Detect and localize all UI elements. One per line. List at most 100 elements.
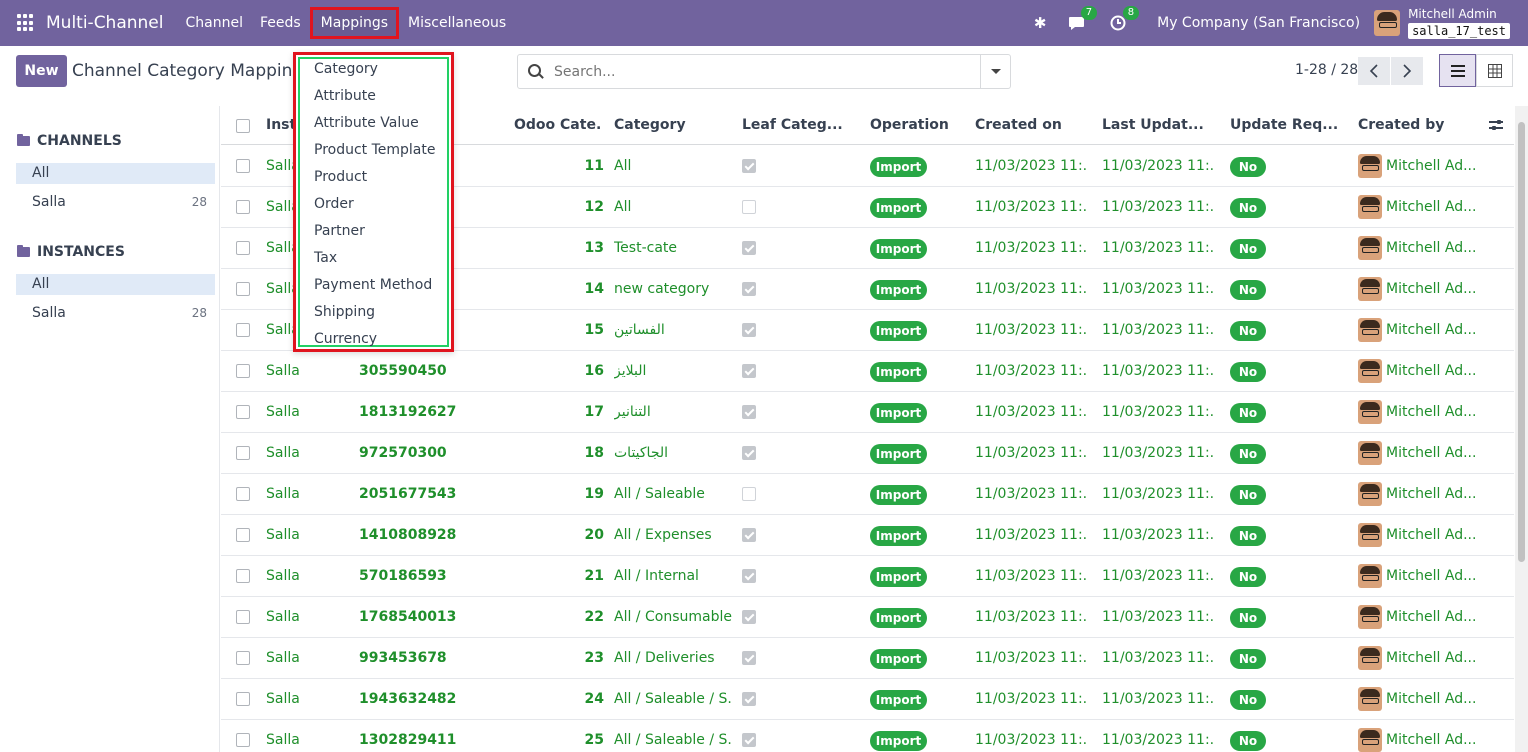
app-title[interactable]: Multi-Channel [46,13,163,33]
cell-odoo-category-id: 20 [584,527,604,543]
optional-columns-icon[interactable] [1489,119,1503,131]
table-row[interactable]: Salla 993453678 23 All / Deliveries Import 11… [221,638,1514,679]
user-avatar[interactable] [1374,10,1401,36]
row-select-checkbox[interactable] [236,282,250,296]
column-header-created-by[interactable]: Created by [1358,106,1468,145]
row-select-checkbox[interactable] [236,446,250,460]
activity-clock-icon[interactable]: 8 [1107,6,1140,34]
caret-down-icon [990,69,1001,74]
menu-item-product-template[interactable]: Product Template [314,142,436,158]
table-row[interactable]: Salla 305590450 16 البلايز Import 11/03/2023 … [221,351,1514,392]
update-required-badge: No [1230,321,1266,341]
menu-item-shipping[interactable]: Shipping [314,304,375,320]
cell-category: التنانير [614,404,651,420]
debug-bug-icon[interactable]: ✱ [1029,12,1051,34]
menu-channel[interactable]: Channel [177,7,250,39]
menu-mappings[interactable]: Mappings [309,7,400,39]
cell-created-on: 11/03/2023 11:... [975,527,1087,543]
row-select-checkbox[interactable] [236,364,250,378]
row-select-checkbox[interactable] [236,159,250,173]
operation-badge: Import [870,608,927,628]
table-row[interactable]: Salla 1302829411 25 All / Saleable / S... Im… [221,720,1514,752]
cell-odoo-category-id: 14 [584,281,604,297]
list-view-button[interactable] [1439,54,1476,87]
row-select-checkbox[interactable] [236,610,250,624]
column-header-instance[interactable]: Insta [266,106,296,145]
menu-item-tax[interactable]: Tax [314,250,337,266]
row-select-checkbox[interactable] [236,733,250,747]
cell-created-on: 11/03/2023 11:... [975,322,1087,338]
row-select-checkbox[interactable] [236,528,250,542]
list-view-icon [1450,64,1465,77]
cell-instance: Salla [266,486,300,502]
instance-filter-all[interactable]: All [16,274,215,295]
table-row[interactable]: Salla 1768540013 22 All / Consumable Import 1… [221,597,1514,638]
update-required-badge: No [1230,567,1266,587]
cell-store-category-id: 1410808928 [359,527,457,543]
row-select-checkbox[interactable] [236,241,250,255]
search-options-toggle[interactable] [980,55,1010,88]
column-header-category[interactable]: Category [614,106,724,145]
table-row[interactable]: Salla 972570300 18 الجاكيتات Import 11/03/202… [221,433,1514,474]
row-select-checkbox[interactable] [236,323,250,337]
menu-item-payment-method[interactable]: Payment Method [314,277,432,293]
menu-item-partner[interactable]: Partner [314,223,365,239]
operation-badge: Import [870,157,927,177]
operation-badge: Import [870,280,927,300]
menu-item-product[interactable]: Product [314,169,367,185]
vertical-scrollbar[interactable] [1515,106,1528,752]
update-required-badge: No [1230,731,1266,751]
cell-store-category-id: 1943632482 [359,691,457,707]
column-header-update-required[interactable]: Update Req... [1230,106,1342,145]
scrollbar-thumb[interactable] [1518,122,1525,562]
menu-miscellaneous[interactable]: Miscellaneous [400,7,514,39]
cell-instance: Salla [266,650,300,666]
search-input[interactable] [554,63,980,80]
menu-item-attribute-value[interactable]: Attribute Value [314,115,419,131]
chat-icon[interactable]: 7 [1065,6,1098,34]
cell-category: new category [614,281,710,297]
cell-last-updated: 11/03/2023 11:... [1102,158,1214,174]
table-row[interactable]: Salla 1813192627 17 التنانير Import 11/03/202… [221,392,1514,433]
column-header-leaf-category[interactable]: Leaf Categ... [742,106,852,145]
pivot-view-button[interactable] [1476,54,1513,87]
table-row[interactable]: Salla 2051677543 19 All / Saleable Import 11/… [221,474,1514,515]
row-select-checkbox[interactable] [236,200,250,214]
table-row[interactable]: Salla 1943632482 24 All / Saleable / S... Im… [221,679,1514,720]
cell-created-on: 11/03/2023 11:... [975,240,1087,256]
menu-item-category[interactable]: Category [314,61,378,77]
menu-feeds[interactable]: Feeds [252,7,309,39]
row-select-checkbox[interactable] [236,569,250,583]
cell-created-by: Mitchell Ad... [1386,486,1477,502]
pager-value[interactable]: 1-28 / 28 [1295,62,1358,78]
column-header-odoo-category[interactable]: Odoo Cate... [514,106,600,145]
row-select-checkbox[interactable] [236,487,250,501]
row-select-checkbox[interactable] [236,405,250,419]
row-select-checkbox[interactable] [236,692,250,706]
menu-item-order[interactable]: Order [314,196,354,212]
column-header-operation[interactable]: Operation [870,106,960,145]
channel-filter-all[interactable]: All [16,163,215,184]
menu-item-attribute[interactable]: Attribute [314,88,376,104]
apps-menu-icon[interactable] [17,14,35,32]
cell-odoo-category-id: 17 [584,404,604,420]
cell-created-by: Mitchell Ad... [1386,199,1477,215]
creator-avatar [1358,564,1382,588]
creator-avatar [1358,154,1382,178]
cell-odoo-category-id: 21 [584,568,604,584]
column-header-last-updated[interactable]: Last Updat... [1102,106,1214,145]
user-menu[interactable]: Mitchell Admin salla_17_test [1408,7,1510,39]
table-row[interactable]: Salla 1410808928 20 All / Expenses Import 11/… [221,515,1514,556]
new-button[interactable]: New [16,55,67,87]
select-all-checkbox[interactable] [236,119,250,133]
menu-item-currency[interactable]: Currency [314,331,377,347]
channel-filter-salla[interactable]: Salla 28 [16,192,215,213]
operation-badge: Import [870,239,927,259]
table-row[interactable]: Salla 570186593 21 All / Internal Import 11/0… [221,556,1514,597]
company-switcher[interactable]: My Company (San Francisco) [1157,15,1360,31]
pager-next-button[interactable] [1391,57,1423,85]
instance-filter-salla[interactable]: Salla 28 [16,303,215,324]
row-select-checkbox[interactable] [236,651,250,665]
pager-previous-button[interactable] [1358,57,1390,85]
column-header-created-on[interactable]: Created on [975,106,1085,145]
